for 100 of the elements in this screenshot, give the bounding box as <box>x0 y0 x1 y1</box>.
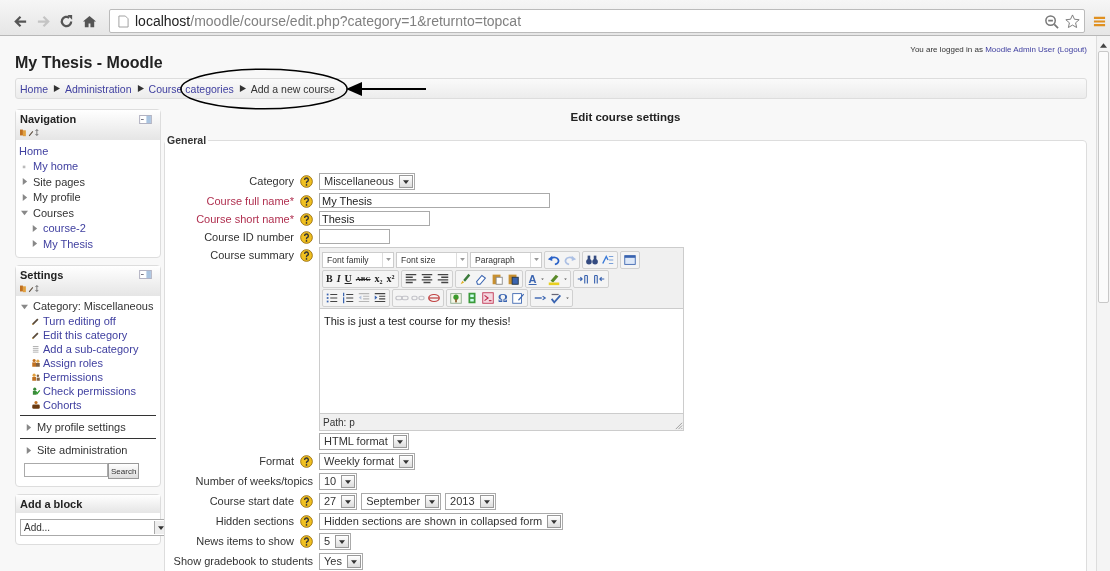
toolbar-dropdown[interactable]: Font size <box>396 251 468 268</box>
menu-icon[interactable] <box>1093 14 1106 28</box>
collapsed-arrow-icon[interactable] <box>21 193 28 201</box>
dropdown[interactable]: September <box>361 493 442 510</box>
document-pen-icon[interactable] <box>510 290 525 305</box>
nav-item[interactable]: Courses <box>33 206 74 219</box>
caret-icon <box>459 258 465 261</box>
caret-icon <box>483 499 490 504</box>
dropdown[interactable]: Weekly format <box>319 453 416 470</box>
replace-icon[interactable] <box>601 252 615 267</box>
dropdown[interactable]: 2013 <box>445 493 496 510</box>
text-field[interactable] <box>319 229 390 244</box>
caret-icon <box>158 525 164 530</box>
help-icon[interactable] <box>300 534 313 548</box>
toolbar-button[interactable]: x₂ <box>372 271 385 286</box>
settings-link[interactable]: Permissions <box>43 371 103 383</box>
settings-item[interactable]: My profile settings <box>37 421 126 433</box>
nav-link[interactable]: course-2 <box>43 222 86 235</box>
expanded-arrow-icon[interactable] <box>21 302 28 310</box>
text-field[interactable]: Thesis <box>319 211 430 226</box>
collapsed-arrow-icon[interactable] <box>25 446 32 454</box>
help-icon[interactable] <box>300 494 313 508</box>
help-icon[interactable] <box>300 514 313 528</box>
settings-link[interactable]: Edit this category <box>43 329 128 341</box>
indent-icon[interactable] <box>373 290 387 305</box>
toolbar-dropdown[interactable]: Paragraph <box>470 251 542 268</box>
home-icon[interactable] <box>82 13 97 29</box>
dock-icon[interactable] <box>139 114 152 124</box>
nav-link[interactable]: My Thesis <box>43 237 93 250</box>
back-icon[interactable] <box>13 13 28 29</box>
help-icon[interactable] <box>300 194 313 208</box>
section-legend: General <box>165 134 209 146</box>
toolbar-button[interactable]: I <box>334 271 343 286</box>
dropdown[interactable]: 10 <box>319 473 358 490</box>
scroll-thumb[interactable] <box>1098 51 1109 303</box>
nav-link[interactable]: My home <box>33 160 79 173</box>
align-center-icon[interactable] <box>419 271 434 286</box>
nav-link[interactable]: Home <box>19 144 49 157</box>
toolbar-button[interactable]: Ω <box>496 290 510 305</box>
settings-link[interactable]: Check permissions <box>43 385 136 397</box>
help-icon[interactable] <box>300 230 313 244</box>
block-actions-icon[interactable] <box>20 283 42 293</box>
breadcrumb-separator-icon <box>136 85 144 92</box>
toolbar-button[interactable]: U <box>342 271 354 286</box>
dropdown[interactable]: Miscellaneous <box>319 173 415 190</box>
settings-link[interactable]: Add a sub-category <box>43 343 139 355</box>
breadcrumb-link[interactable]: Home <box>20 82 48 95</box>
scrollbar[interactable] <box>1096 36 1110 571</box>
logout-link[interactable]: (Logout) <box>1057 45 1087 54</box>
breadcrumb-link[interactable]: Administration <box>65 82 132 95</box>
settings-link[interactable]: Cohorts <box>43 399 82 411</box>
dropdown[interactable]: Hidden sections are shown in collapsed form <box>319 513 564 530</box>
help-icon[interactable] <box>300 212 313 226</box>
equation-icon[interactable] <box>481 290 495 305</box>
toolbar-button[interactable]: B <box>324 271 335 286</box>
user-link[interactable]: Moodle Admin User <box>985 45 1055 54</box>
settings-link[interactable]: Turn editing off <box>43 315 116 327</box>
dropdown[interactable]: 5 <box>319 533 352 550</box>
page-heading: Edit course settings <box>569 110 682 125</box>
block-actions-icon[interactable] <box>20 128 42 137</box>
align-right-icon[interactable] <box>435 271 450 286</box>
numbered-list-icon[interactable] <box>341 290 355 305</box>
nav-item[interactable]: My profile <box>33 191 81 204</box>
settings-link[interactable]: Assign roles <box>43 357 103 369</box>
toolbar-button[interactable]: x² <box>384 271 397 286</box>
collapsed-arrow-icon[interactable] <box>31 224 38 232</box>
settings-item[interactable]: Category: Miscellaneous <box>33 300 154 313</box>
collapsed-arrow-icon[interactable] <box>21 178 28 186</box>
field-label: Hidden sections <box>215 515 294 527</box>
pencil-icon <box>31 316 41 326</box>
dropdown[interactable]: 27 <box>319 493 358 510</box>
help-icon[interactable] <box>300 248 313 262</box>
dropdown[interactable]: Yes <box>319 553 363 570</box>
reload-icon[interactable] <box>59 13 74 29</box>
breadcrumb-current[interactable]: Add a new course <box>250 82 335 95</box>
toolbar-dropdown[interactable]: Font family <box>322 251 394 268</box>
text-field[interactable]: My Thesis <box>319 193 550 208</box>
help-icon[interactable] <box>300 174 313 188</box>
align-left-icon[interactable] <box>403 271 418 286</box>
star-icon[interactable] <box>1065 13 1080 29</box>
image-icon[interactable] <box>449 290 463 305</box>
resize-grip-icon[interactable] <box>674 421 683 430</box>
search-button[interactable]: Search <box>108 463 140 479</box>
breadcrumb-separator-icon <box>238 85 246 92</box>
search-field[interactable] <box>24 463 108 477</box>
settings-item[interactable]: Site administration <box>37 444 128 456</box>
dock-icon[interactable] <box>139 270 152 279</box>
address-bar[interactable]: localhost/moodle/course/edit.php?category=1&returnto=topcat <box>109 9 1085 33</box>
zoom-out-icon[interactable] <box>1044 13 1059 29</box>
collapsed-arrow-icon[interactable] <box>25 423 32 431</box>
collapsed-arrow-icon[interactable] <box>31 240 38 248</box>
element-path: Path: p <box>323 416 355 428</box>
help-icon[interactable] <box>300 454 313 468</box>
window-icon[interactable] <box>623 252 637 267</box>
dropdown[interactable]: HTML format <box>319 433 409 450</box>
nav-item[interactable]: Site pages <box>33 175 85 188</box>
expanded-arrow-icon[interactable] <box>21 209 28 217</box>
caret-icon <box>385 258 391 261</box>
field-label: Course summary <box>210 249 294 261</box>
scroll-up-icon[interactable] <box>1100 43 1107 48</box>
